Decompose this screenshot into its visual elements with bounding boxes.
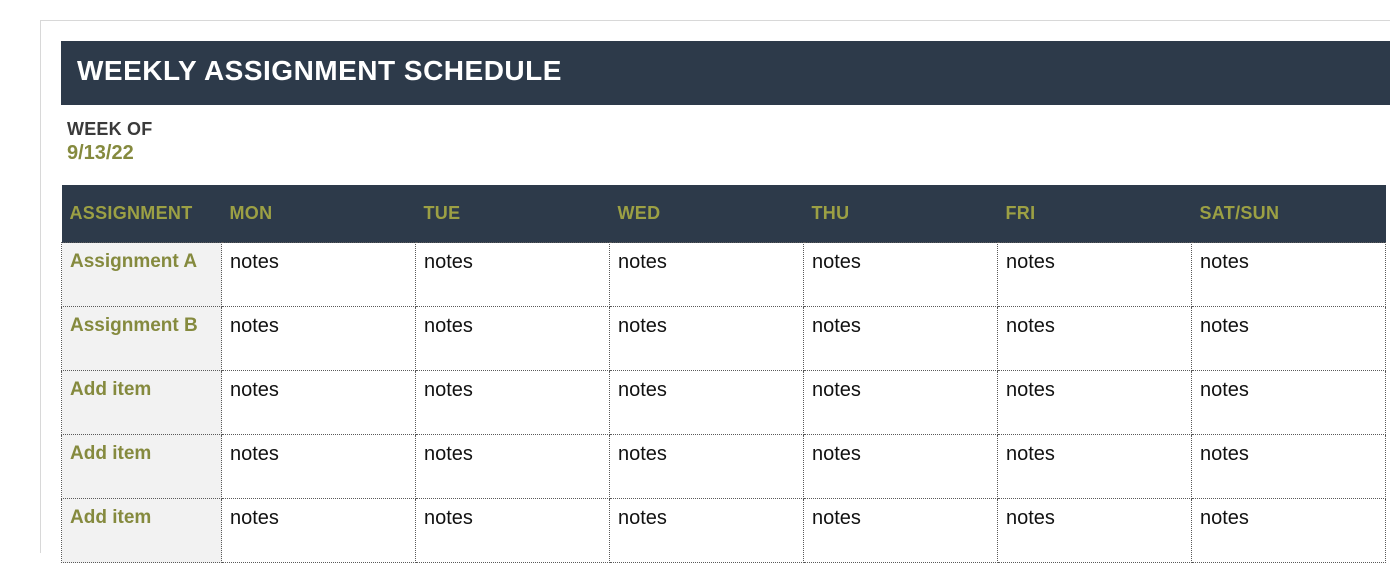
cell-wed[interactable]: notes [610,499,804,563]
table-row: Assignment A notes notes notes notes not… [62,243,1386,307]
week-of-label: WEEK OF [67,119,1390,140]
cell-tue[interactable]: notes [416,371,610,435]
cell-satsun[interactable]: notes [1192,307,1386,371]
row-label[interactable]: Add item [62,371,222,435]
cell-tue[interactable]: notes [416,499,610,563]
cell-satsun[interactable]: notes [1192,499,1386,563]
cell-wed[interactable]: notes [610,243,804,307]
row-label[interactable]: Assignment B [62,307,222,371]
cell-fri[interactable]: notes [998,435,1192,499]
row-label[interactable]: Add item [62,499,222,563]
cell-mon[interactable]: notes [222,371,416,435]
col-satsun: SAT/SUN [1192,185,1386,243]
cell-satsun[interactable]: notes [1192,243,1386,307]
col-thu: THU [804,185,998,243]
cell-thu[interactable]: notes [804,435,998,499]
table-row: Add item notes notes notes notes notes n… [62,499,1386,563]
col-tue: TUE [416,185,610,243]
schedule-table: ASSIGNMENT MON TUE WED THU FRI SAT/SUN A… [61,185,1386,563]
page-frame: WEEKLY ASSIGNMENT SCHEDULE WEEK OF 9/13/… [0,0,1400,583]
cell-tue[interactable]: notes [416,307,610,371]
cell-fri[interactable]: notes [998,307,1192,371]
cell-thu[interactable]: notes [804,307,998,371]
cell-mon[interactable]: notes [222,499,416,563]
cell-mon[interactable]: notes [222,435,416,499]
table-row: Assignment B notes notes notes notes not… [62,307,1386,371]
cell-fri[interactable]: notes [998,243,1192,307]
cell-satsun[interactable]: notes [1192,435,1386,499]
cell-fri[interactable]: notes [998,371,1192,435]
cell-mon[interactable]: notes [222,307,416,371]
cell-thu[interactable]: notes [804,499,998,563]
cell-satsun[interactable]: notes [1192,371,1386,435]
row-label[interactable]: Assignment A [62,243,222,307]
cell-wed[interactable]: notes [610,371,804,435]
col-fri: FRI [998,185,1192,243]
cell-tue[interactable]: notes [416,435,610,499]
cell-fri[interactable]: notes [998,499,1192,563]
cell-wed[interactable]: notes [610,307,804,371]
row-label[interactable]: Add item [62,435,222,499]
cell-tue[interactable]: notes [416,243,610,307]
cell-mon[interactable]: notes [222,243,416,307]
col-mon: MON [222,185,416,243]
cell-thu[interactable]: notes [804,243,998,307]
table-row: Add item notes notes notes notes notes n… [62,371,1386,435]
cell-wed[interactable]: notes [610,435,804,499]
week-of-date[interactable]: 9/13/22 [67,142,1390,165]
page-title: WEEKLY ASSIGNMENT SCHEDULE [61,41,1390,105]
table-row: Add item notes notes notes notes notes n… [62,435,1386,499]
table-header-row: ASSIGNMENT MON TUE WED THU FRI SAT/SUN [62,185,1386,243]
col-wed: WED [610,185,804,243]
document-container: WEEKLY ASSIGNMENT SCHEDULE WEEK OF 9/13/… [40,20,1390,553]
week-of-block: WEEK OF 9/13/22 [61,105,1390,185]
col-assignment: ASSIGNMENT [62,185,222,243]
cell-thu[interactable]: notes [804,371,998,435]
